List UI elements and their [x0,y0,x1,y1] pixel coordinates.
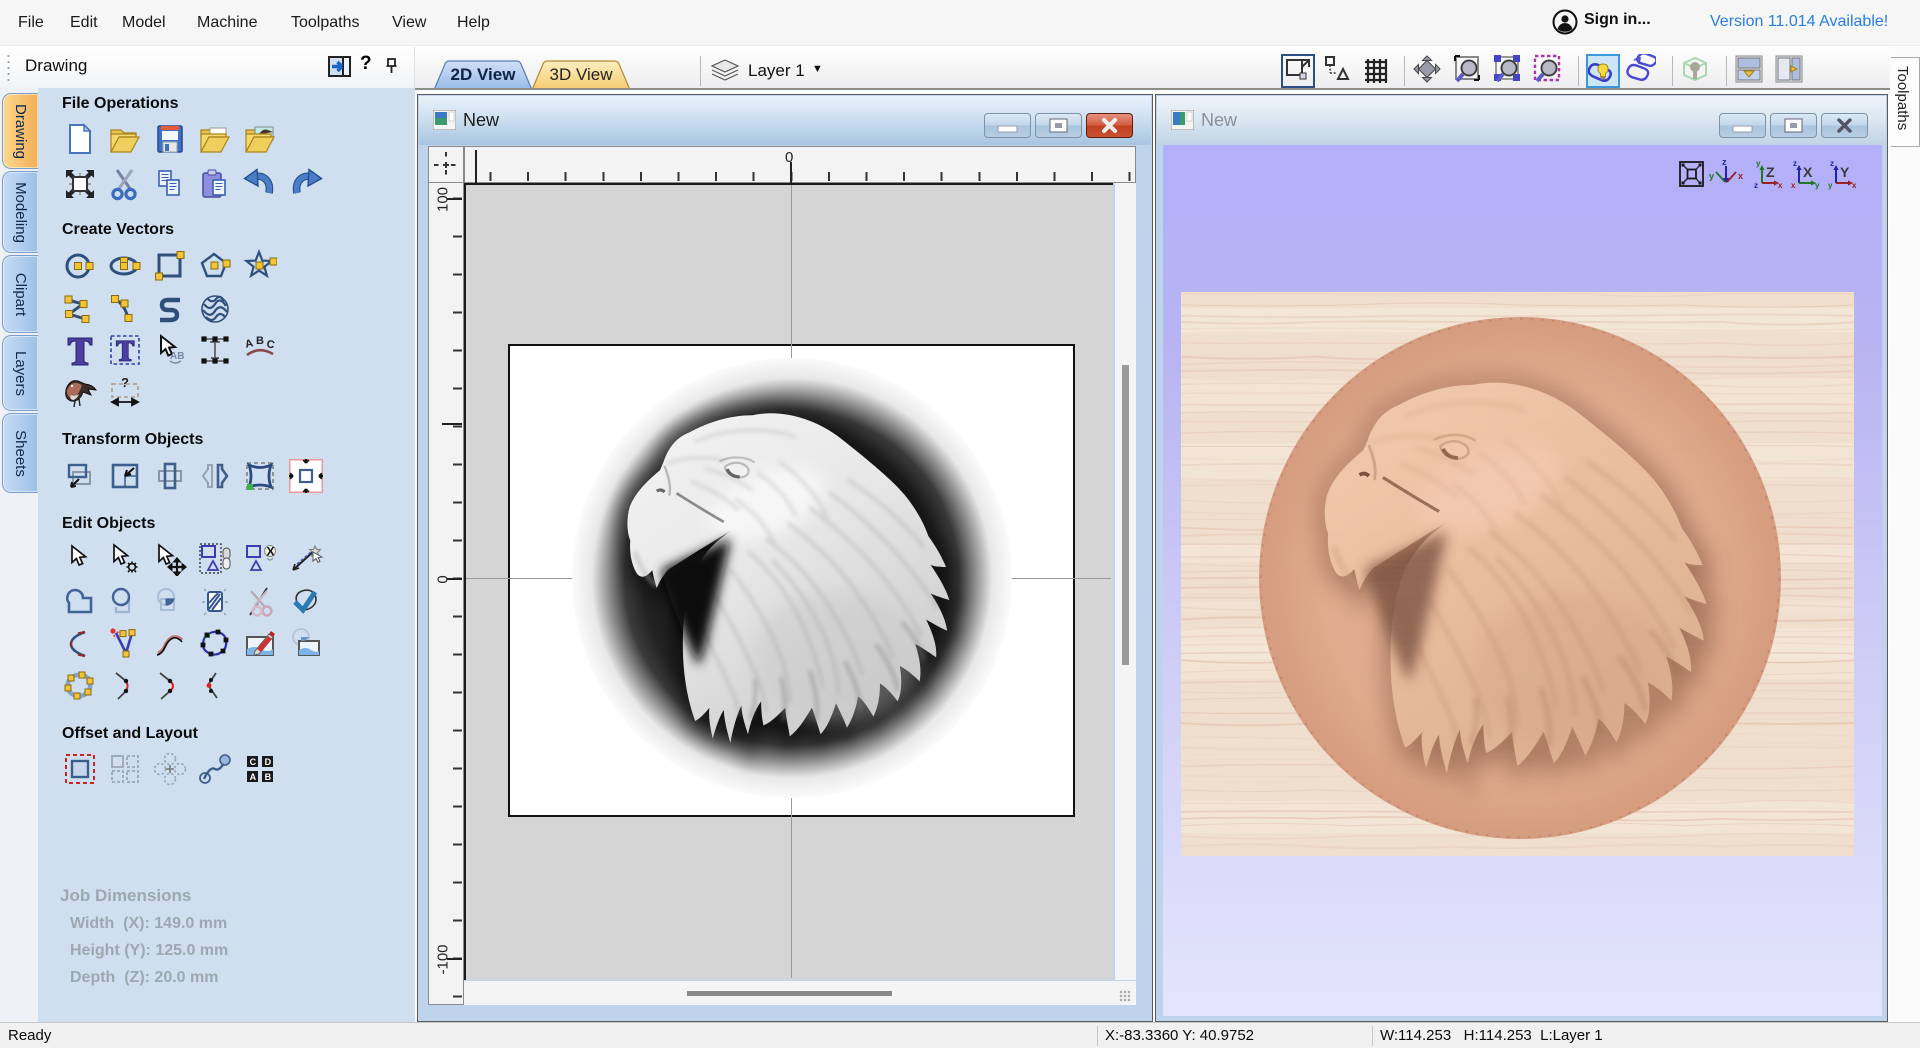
svg-text:z: z [1793,159,1797,168]
svg-text:D: D [265,757,272,767]
svg-text:A: A [250,772,257,782]
svg-text:x: x [1852,181,1856,190]
svg-text:C: C [265,338,275,351]
svg-text:C: C [250,757,257,767]
svg-text:y: y [1709,171,1714,181]
svg-text:X: X [267,545,275,559]
svg-text:y: y [1815,181,1820,190]
svg-text:z: z [1722,157,1727,167]
svg-text:AB: AB [170,351,184,362]
svg-text:B: B [256,335,264,347]
svg-text:?: ? [121,375,129,390]
svg-text:z: z [1754,181,1758,190]
svg-text:z: z [1830,159,1834,168]
svg-text:x: x [1791,181,1796,190]
svg-text:B: B [265,772,272,782]
svg-text:y: y [1828,181,1833,190]
svg-text:y: y [1756,159,1761,168]
svg-text:A: A [244,337,255,351]
svg-text:X: X [1803,164,1813,180]
svg-text:Y: Y [1840,164,1850,180]
svg-text:x: x [1778,181,1783,190]
svg-text:x: x [1738,171,1743,181]
svg-text:Z: Z [1766,164,1775,180]
